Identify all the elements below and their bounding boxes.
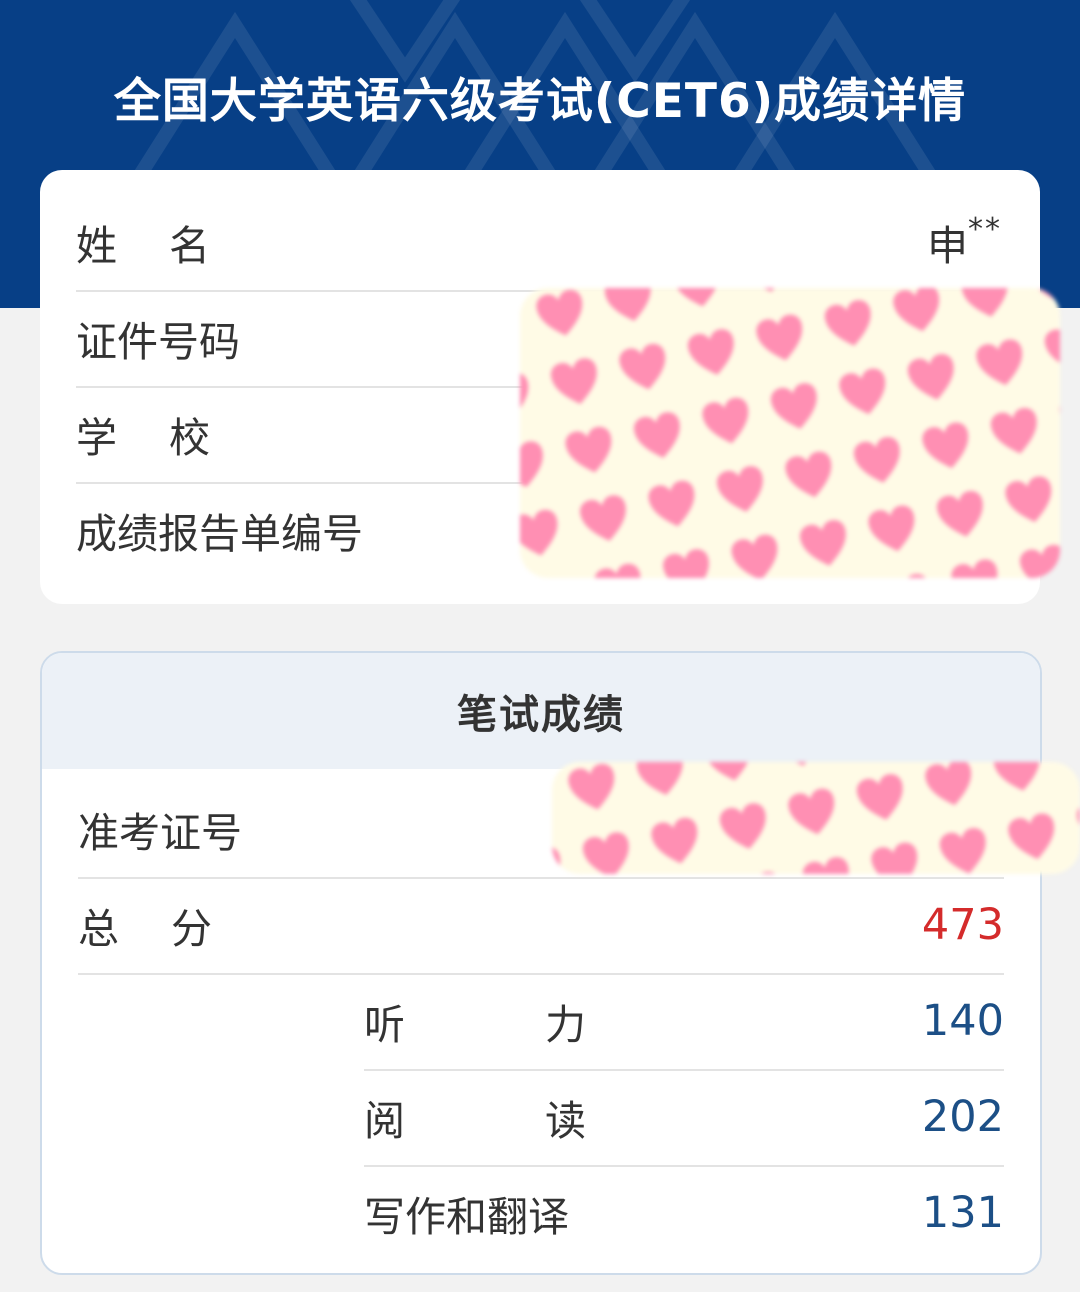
listening-row: 听力 140 (364, 973, 1004, 1071)
id-number-label: 证件号码 (76, 318, 240, 366)
writing-translation-value: 131 (921, 1188, 1004, 1238)
redaction-sticker-ticket (552, 762, 1080, 874)
total-score-value: 473 (921, 900, 1004, 950)
writing-translation-row: 写作和翻译 131 (364, 1165, 1004, 1261)
written-score-header: 笔试成绩 (42, 653, 1040, 769)
school-label: 学校 (76, 414, 262, 462)
reading-label: 阅读 (364, 1097, 726, 1145)
total-score-label: 总分 (78, 905, 264, 953)
written-score-title: 笔试成绩 (457, 692, 625, 738)
total-score-row: 总分 473 (78, 877, 1004, 975)
listening-value: 140 (921, 996, 1004, 1046)
reading-row: 阅读 202 (364, 1069, 1004, 1167)
heart-pattern-ticket (552, 762, 1080, 874)
name-row: 姓名 申** (76, 194, 1002, 292)
name-value: 申** (927, 212, 1002, 270)
reading-value: 202 (921, 1092, 1004, 1142)
written-score-card: 笔试成绩 准考证号 总分 473 听力 140 阅读 202 写作和翻译 131 (40, 651, 1042, 1275)
name-label: 姓名 (76, 222, 262, 270)
listening-label: 听力 (364, 1001, 726, 1049)
writing-translation-label: 写作和翻译 (364, 1193, 569, 1241)
page-title: 全国大学英语六级考试(CET6)成绩详情 (113, 74, 967, 129)
heart-pattern (520, 288, 1060, 578)
redaction-sticker (520, 288, 1060, 578)
ticket-label: 准考证号 (78, 809, 242, 857)
report-number-label: 成绩报告单编号 (76, 510, 363, 558)
name-mask: ** (968, 212, 1002, 247)
